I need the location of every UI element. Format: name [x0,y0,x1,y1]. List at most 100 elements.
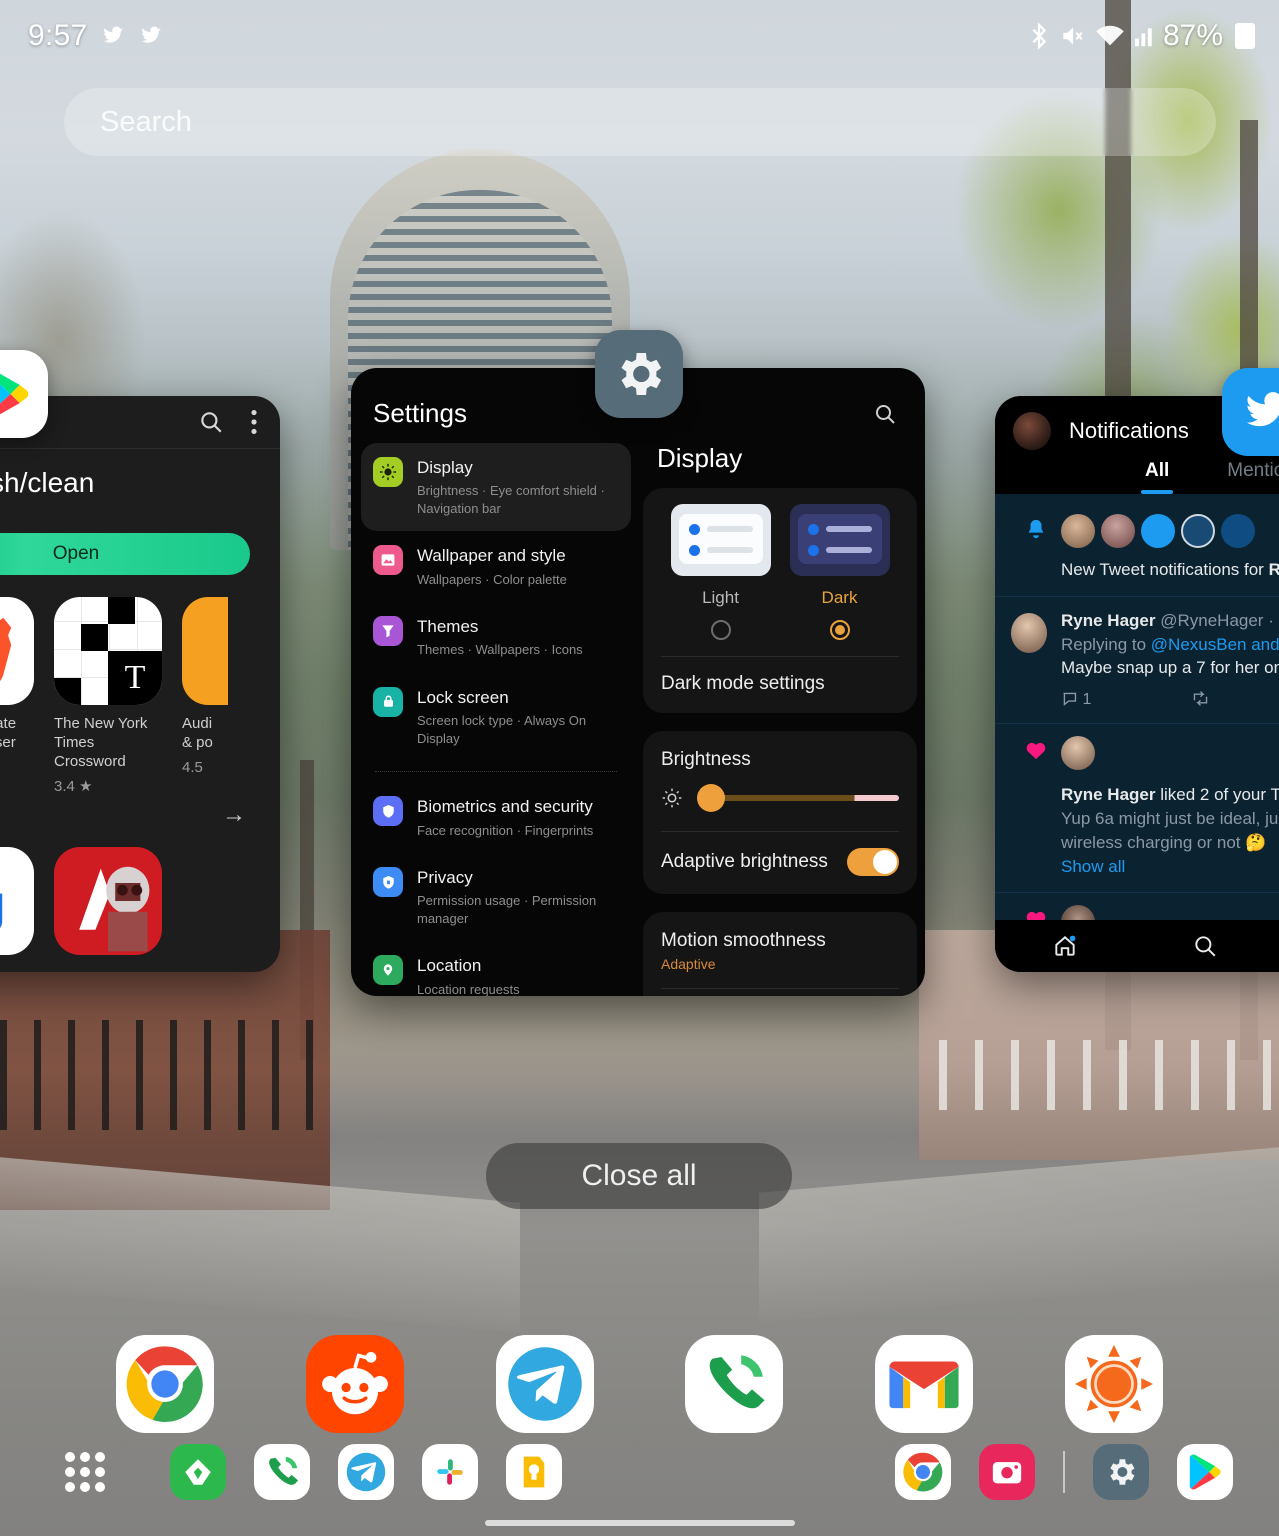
sidebar-item-display[interactable]: Display Brightness · Eye comfort shield … [361,443,631,532]
settings-gear-icon[interactable] [595,330,683,418]
app-name: Brave Private Web Browser [0,715,17,751]
motion-smoothness-label: Motion smoothness [661,930,826,951]
dark-mode-radio[interactable] [829,620,850,640]
taskbar-item-keep[interactable] [506,1444,562,1500]
eye-comfort-shield-row[interactable]: Eye comfort shield [661,989,899,996]
tweet-body-line2: wireless charging or not 🤔 [1061,832,1267,852]
status-bar-right: 87% [1029,19,1255,53]
overflow-menu-icon[interactable] [250,409,258,435]
search-icon[interactable] [873,402,897,426]
motion-smoothness-row[interactable]: Motion smoothness Adaptive [661,928,899,972]
tab-all[interactable]: All [1140,460,1174,494]
search-input[interactable]: Search [64,88,1216,156]
avatar[interactable] [1013,412,1051,450]
divider [375,771,617,773]
search-icon[interactable] [198,409,224,435]
sidebar-item-themes[interactable]: Themes Themes · Wallpapers · Icons [361,602,631,673]
sidebar-item-lock-screen[interactable]: Lock screen Screen lock type · Always On… [361,673,631,761]
dark-mode-settings-row[interactable]: Dark mode settings [661,657,899,697]
reply-icon[interactable]: 1 [1061,690,1091,709]
brightness-slider[interactable] [661,773,899,815]
adaptive-brightness-label: Adaptive brightness [661,851,828,872]
open-button[interactable]: Open [0,533,250,575]
list-item[interactable]: Audi & po 4.5 [182,597,228,795]
light-mode-radio[interactable] [710,620,731,640]
twitter-icon[interactable] [1222,368,1279,456]
brightness-group: Brightness Adaptive brightness [643,731,917,894]
dock-item-reddit[interactable] [305,1335,404,1433]
dark-mode-option[interactable]: Dark [789,504,890,640]
tweet-actions: 1 [1061,690,1279,709]
sidebar-item-wallpaper-and-style[interactable]: Wallpaper and style Wallpapers · Color p… [361,531,631,602]
close-all-button[interactable]: Close all [486,1143,792,1209]
navigation-gesture-pill[interactable] [484,1520,795,1526]
bell-icon [1011,514,1047,582]
brightness-label: Brightness [661,749,751,770]
list-item[interactable]: Ryne Hager @RyneHager · 3m Replying to @… [995,597,1279,725]
list-item[interactable]: Ryne Hager liked 2 of your Tweets Yup 6a… [995,724,1279,894]
recents-card-play-store[interactable]: her · fresh/clean Open s Brave Private W… [0,396,280,972]
list-item[interactable]: New Tweet notifications for Ryne H [995,502,1279,597]
brightness-knob[interactable] [697,784,725,812]
list-item[interactable]: Brave Private Web Browser 4.7 ★ [0,597,34,795]
twitter-bottom-nav [995,920,1279,972]
dock-item-chrome[interactable] [115,1335,214,1433]
sidebar-item-location[interactable]: Location Location requests [361,941,631,996]
settings-list: Display Brightness · Eye comfort shield … [351,443,639,996]
tweet-body-line1: Yup 6a might just be ideal, just can [1061,808,1279,828]
authenticator-icon [0,847,34,956]
tab-mentions[interactable]: Mentions [1227,460,1279,494]
page-title: Notifications [1069,418,1189,443]
lock-icon [373,686,403,717]
recents-card-settings[interactable]: Settings Display Brightness · Eye comfor… [351,368,925,996]
tweet-header: Ryne Hager @RyneHager · 3m [1061,610,1279,630]
dock-item-weather[interactable] [1065,1335,1164,1433]
avatar[interactable] [1061,736,1095,771]
home-icon[interactable] [1052,933,1078,959]
light-mode-option[interactable]: Light [670,504,771,640]
taskbar-item-telegram[interactable] [338,1444,394,1500]
audible-icon [182,597,228,705]
brightness-track[interactable] [697,784,899,812]
play-store-icon[interactable] [0,350,48,438]
taskbar-item-feedly[interactable] [170,1444,226,1500]
taskbar-divider [1063,1451,1065,1493]
taskbar-item-phone[interactable] [254,1444,310,1500]
taskbar-item-settings[interactable] [1093,1444,1149,1500]
recents-card-twitter[interactable]: Notifications All Mentions [995,396,1279,972]
search-icon[interactable] [1192,933,1218,959]
avatar[interactable] [1011,612,1047,653]
app-rating: 3.4 ★ [54,778,93,796]
list-item[interactable]: T The New York Times Crossword 3.4 ★ [54,597,162,795]
notification-text: New Tweet notifications for Ryne H [1061,560,1279,579]
sidebar-item-privacy[interactable]: Privacy Permission usage · Permission ma… [361,853,631,941]
adaptive-brightness-row[interactable]: Adaptive brightness [661,832,899,878]
sidebar-item-label: Privacy [417,868,473,888]
twitter-tabs: All Mentions [995,460,1279,494]
next-arrow-icon[interactable]: → [0,801,280,829]
wifi-icon [1095,24,1125,48]
dock-item-telegram[interactable] [495,1335,594,1433]
taskbar-item-play-store[interactable] [1177,1444,1233,1500]
dock-item-phone[interactable] [685,1335,784,1433]
retweet-icon[interactable] [1191,690,1210,709]
app-name: Audi & po [182,715,213,751]
display-pane: Display Light Dark Dark mode settings Br… [639,443,925,996]
sidebar-item-label: Location [417,956,482,976]
sidebar-item-label: Biometrics and security [417,797,593,817]
taskbar-item-chrome[interactable] [895,1444,951,1500]
list-item[interactable] [54,847,162,956]
sidebar-item-biometrics-and-security[interactable]: Biometrics and security Face recognition… [361,782,631,853]
show-all-link[interactable]: Show all [1061,855,1279,879]
taskbar-item-camera[interactable] [979,1444,1035,1500]
taskbar-item-slack[interactable] [422,1444,478,1500]
dock-item-gmail[interactable] [875,1335,974,1433]
cellular-signal-icon [1134,25,1153,47]
app-drawer-icon[interactable] [57,1444,113,1500]
nyt-crossword-icon: T [54,597,162,705]
status-bar-left: 9:57 [28,19,164,53]
twitter-bird-icon [138,25,164,47]
replying-to: Replying to @NexusBen and @Aryv [1061,634,1279,654]
list-item[interactable] [0,847,34,956]
adaptive-brightness-toggle[interactable] [847,848,899,876]
